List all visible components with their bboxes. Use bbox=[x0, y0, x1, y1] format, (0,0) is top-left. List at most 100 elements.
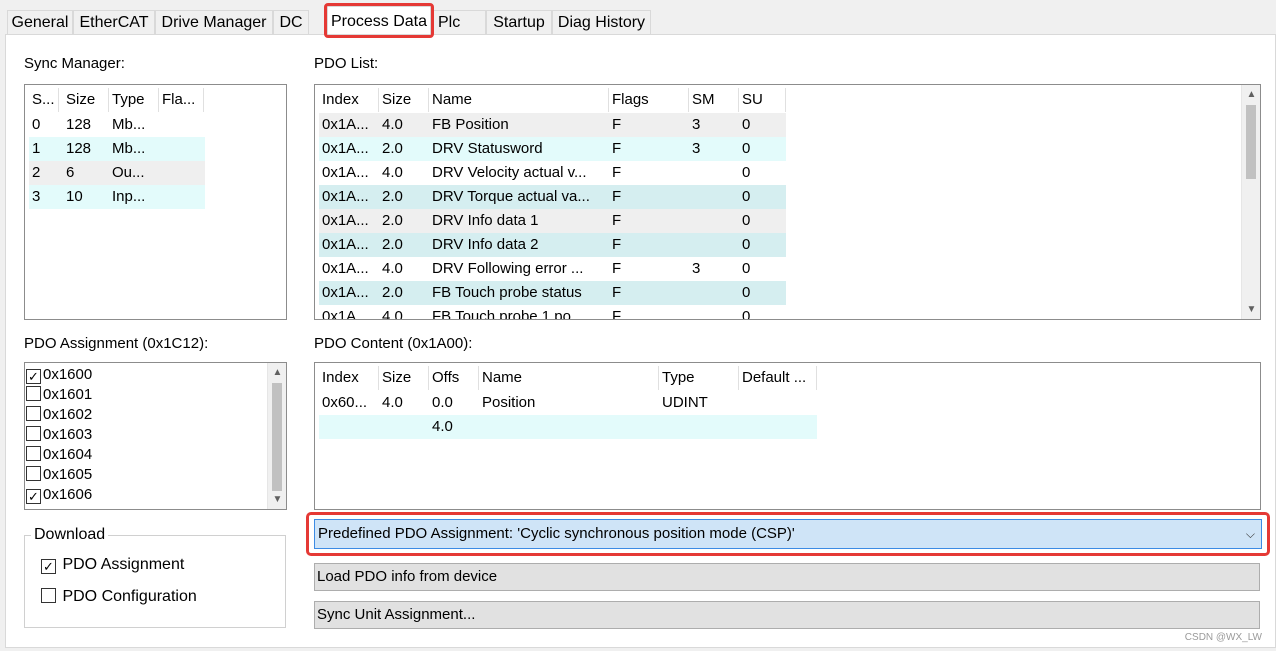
checkbox-unchecked-icon[interactable] bbox=[26, 466, 41, 481]
checkbox-unchecked-icon[interactable] bbox=[26, 406, 41, 421]
cell: 3 bbox=[32, 188, 41, 205]
cell: 0x1A... bbox=[322, 188, 369, 205]
column-header[interactable]: S... bbox=[29, 88, 59, 112]
cell: F bbox=[612, 140, 622, 157]
cell: DRV Velocity actual v... bbox=[432, 164, 587, 181]
column-header[interactable]: Index bbox=[319, 366, 379, 390]
cell: 2.0 bbox=[382, 236, 403, 253]
cell: 3 bbox=[692, 140, 701, 157]
table-row[interactable]: 2 6 Ou... bbox=[29, 161, 205, 185]
checkbox-unchecked-icon[interactable] bbox=[41, 588, 56, 603]
pdo-configuration-checkbox[interactable]: PDO Configuration bbox=[41, 588, 197, 606]
tab-plc[interactable]: Plc bbox=[431, 10, 486, 35]
sync-unit-assignment-button[interactable]: Sync Unit Assignment... bbox=[314, 601, 1260, 629]
column-header[interactable]: Index bbox=[319, 88, 379, 112]
column-header[interactable]: Name bbox=[429, 88, 609, 112]
column-header[interactable]: Flags bbox=[609, 88, 689, 112]
table-row[interactable]: 0x1A... 4.0 FB Touch probe 1 po... F 0 bbox=[319, 305, 786, 320]
cell: 0 bbox=[742, 140, 751, 157]
cell: F bbox=[612, 308, 622, 320]
pdo-assignment-item-label: 0x1605 bbox=[43, 466, 93, 483]
tab-diag-history[interactable]: Diag History bbox=[552, 10, 651, 35]
pdo-list-scrollbar[interactable]: ▲ ▼ bbox=[1241, 85, 1260, 319]
sync-manager-list[interactable]: S... Size Type Fla... 0 128 Mb... 1 128 … bbox=[24, 84, 287, 320]
cell: DRV Torque actual va... bbox=[432, 188, 590, 205]
chevron-down-icon[interactable]: ⌵ bbox=[1246, 520, 1255, 548]
scroll-down-icon[interactable]: ▼ bbox=[268, 491, 286, 508]
pdo-assignment-item[interactable]: 0x1603 bbox=[26, 425, 92, 445]
cell bbox=[689, 185, 739, 209]
scroll-up-icon[interactable]: ▲ bbox=[1242, 86, 1260, 103]
checkbox-checked-icon[interactable]: ✓ bbox=[26, 369, 41, 384]
checkbox-checked-icon[interactable]: ✓ bbox=[41, 559, 56, 574]
scroll-down-icon[interactable]: ▼ bbox=[1242, 301, 1260, 318]
cell: 4.0 bbox=[432, 418, 453, 435]
pdo-content-list[interactable]: Index Size Offs Name Type Default ... 0x… bbox=[314, 362, 1261, 510]
column-header[interactable]: Fla... bbox=[159, 88, 204, 112]
table-row[interactable]: 0x1A... 2.0 DRV Torque actual va... F 0 bbox=[319, 185, 786, 209]
table-row[interactable]: 0 128 Mb... bbox=[29, 113, 205, 137]
checkbox-unchecked-icon[interactable] bbox=[26, 426, 41, 441]
table-row[interactable]: 3 10 Inp... bbox=[29, 185, 205, 209]
pdo-assignment-checkbox-label: PDO Assignment bbox=[62, 556, 185, 573]
cell: FB Touch probe status bbox=[432, 284, 582, 301]
table-row[interactable]: 0x1A... 4.0 DRV Following error ... F 3 0 bbox=[319, 257, 786, 281]
tab-startup[interactable]: Startup bbox=[486, 10, 552, 35]
tab-general[interactable]: General bbox=[7, 10, 73, 35]
tab-process-data[interactable]: Process Data bbox=[327, 6, 431, 35]
cell: 0x1A... bbox=[322, 164, 369, 181]
scroll-thumb[interactable] bbox=[1246, 105, 1256, 179]
cell: 4.0 bbox=[382, 164, 403, 181]
tab-ethercat[interactable]: EtherCAT bbox=[73, 10, 155, 35]
cell: 0 bbox=[742, 188, 751, 205]
table-row[interactable]: 0x1A... 2.0 DRV Info data 2 F 0 bbox=[319, 233, 786, 257]
checkbox-checked-icon[interactable]: ✓ bbox=[26, 489, 41, 504]
cell: 2 bbox=[32, 164, 41, 181]
cell: Position bbox=[482, 394, 536, 411]
pdo-assignment-item[interactable]: 0x1604 bbox=[26, 445, 92, 465]
tab-drive-manager[interactable]: Drive Manager bbox=[155, 10, 273, 35]
cell: 0x1A... bbox=[322, 260, 369, 277]
table-row[interactable]: 0x1A... 2.0 DRV Statusword F 3 0 bbox=[319, 137, 786, 161]
scroll-thumb[interactable] bbox=[272, 383, 282, 491]
pdo-list[interactable]: Index Size Name Flags SM SU 0x1A... 4.0 FB… bbox=[314, 84, 1261, 320]
pdo-assignment-item[interactable]: ✓ 0x1606 bbox=[26, 485, 92, 505]
pdo-assignment-item[interactable]: 0x1605 bbox=[26, 465, 92, 485]
checkbox-unchecked-icon[interactable] bbox=[26, 386, 41, 401]
pdo-assignment-item[interactable]: ✓ 0x1600 bbox=[26, 365, 92, 385]
pdo-assignment-item[interactable]: 0x1601 bbox=[26, 385, 92, 405]
cell: 128 bbox=[66, 116, 92, 133]
column-header[interactable]: Size bbox=[379, 366, 429, 390]
cell: Mb... bbox=[112, 116, 146, 133]
cell: 0 bbox=[742, 164, 751, 181]
cell: F bbox=[612, 116, 622, 133]
table-row[interactable]: 0x1A... 4.0 DRV Velocity actual v... F 0 bbox=[319, 161, 786, 185]
cell: 6 bbox=[66, 164, 75, 181]
table-row[interactable]: 0x60... 4.0 0.0 Position UDINT bbox=[319, 391, 817, 415]
predefined-pdo-assignment-combo[interactable]: Predefined PDO Assignment: 'Cyclic synch… bbox=[314, 519, 1262, 549]
table-row[interactable]: 4.0 bbox=[319, 415, 817, 439]
load-pdo-info-button[interactable]: Load PDO info from device bbox=[314, 563, 1260, 591]
column-header[interactable]: Default ... bbox=[739, 366, 817, 390]
table-row[interactable]: 1 128 Mb... bbox=[29, 137, 205, 161]
column-header[interactable]: Offs bbox=[429, 366, 479, 390]
pdo-assignment-title: PDO Assignment (0x1C12): bbox=[24, 335, 209, 352]
pdo-assignment-item[interactable]: 0x1602 bbox=[26, 405, 92, 425]
pdo-assignment-scrollbar[interactable]: ▲ ▼ bbox=[267, 363, 286, 509]
column-header[interactable]: Size bbox=[379, 88, 429, 112]
column-header[interactable]: Type bbox=[659, 366, 739, 390]
column-header[interactable]: SM bbox=[689, 88, 739, 112]
pdo-assignment-checkbox[interactable]: ✓ PDO Assignment bbox=[41, 556, 184, 574]
scroll-up-icon[interactable]: ▲ bbox=[268, 364, 286, 381]
column-header[interactable]: Size bbox=[63, 88, 109, 112]
cell: UDINT bbox=[662, 394, 708, 411]
table-row[interactable]: 0x1A... 4.0 FB Position F 3 0 bbox=[319, 113, 786, 137]
column-header[interactable]: Type bbox=[109, 88, 159, 112]
checkbox-unchecked-icon[interactable] bbox=[26, 446, 41, 461]
table-row[interactable]: 0x1A... 2.0 FB Touch probe status F 0 bbox=[319, 281, 786, 305]
column-header[interactable]: Name bbox=[479, 366, 659, 390]
table-row[interactable]: 0x1A... 2.0 DRV Info data 1 F 0 bbox=[319, 209, 786, 233]
tab-dc[interactable]: DC bbox=[273, 10, 309, 35]
pdo-assignment-list[interactable]: ✓ 0x1600 0x1601 0x1602 0x1603 0x1604 0x1605 ✓ 0x… bbox=[24, 362, 287, 510]
column-header[interactable]: SU bbox=[739, 88, 786, 112]
